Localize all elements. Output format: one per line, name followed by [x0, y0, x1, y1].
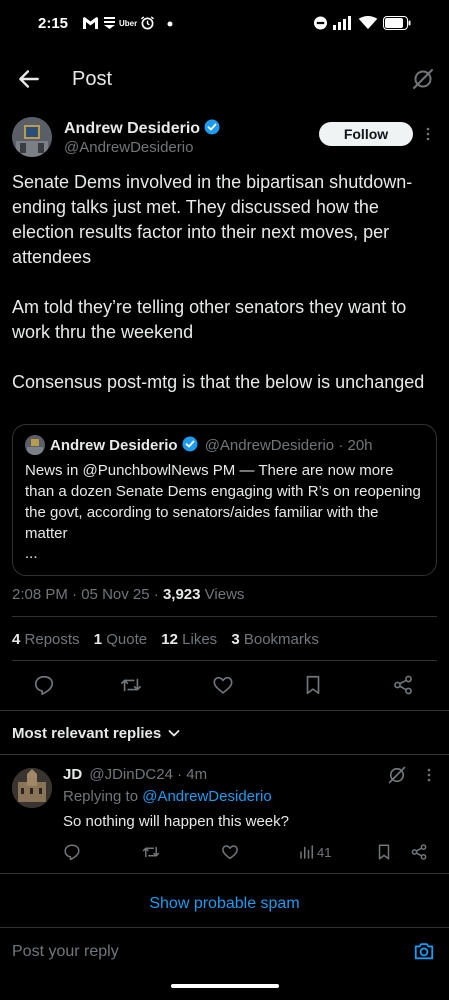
dnd-icon	[313, 16, 328, 30]
views-label: Views	[204, 586, 245, 603]
likes-count: 12	[161, 631, 178, 648]
post-body: Senate Dems involved in the bipartisan s…	[12, 170, 437, 420]
quoted-author-name: Andrew Desiderio	[50, 437, 178, 454]
post-date: 05 Nov 25	[81, 586, 150, 603]
post-time: 2:08 PM	[12, 586, 68, 603]
more-options-icon[interactable]	[420, 126, 436, 142]
reply-input[interactable]: Post your reply	[12, 943, 119, 961]
like-heart-icon[interactable]	[221, 843, 239, 861]
reply-author-name[interactable]: JD	[63, 766, 82, 783]
reply-text: So nothing will happen this week?	[63, 813, 289, 830]
reposts-count: 4	[12, 631, 21, 648]
quoted-author-handle: @AndrewDesiderio	[204, 437, 335, 454]
camera-icon[interactable]	[413, 940, 435, 962]
post-paragraph: Consensus post-mtg is that the below is …	[12, 372, 425, 392]
quoted-post[interactable]: Andrew Desiderio @AndrewDesiderio · 20h …	[12, 424, 437, 576]
divider	[0, 927, 449, 928]
reply-icon[interactable]	[63, 843, 81, 861]
quotes-count: 1	[93, 631, 103, 648]
quoted-age: 20h	[347, 437, 373, 454]
verified-badge-icon	[204, 119, 220, 135]
repost-icon[interactable]	[142, 843, 160, 861]
gmail-icon	[83, 17, 98, 29]
grok-icon[interactable]	[387, 765, 407, 785]
status-time: 2:15	[38, 15, 69, 32]
grok-icon[interactable]	[411, 67, 435, 91]
replying-to: Replying to @AndrewDesiderio	[63, 788, 272, 805]
quoted-text: News in @PunchbowlNews PM — There are no…	[25, 462, 421, 542]
separator-dot: ·	[72, 586, 78, 603]
page-title: Post	[72, 68, 113, 90]
bookmark-icon[interactable]	[302, 674, 324, 696]
news-icon	[104, 17, 115, 29]
divider	[0, 754, 449, 755]
quoted-header: Andrew Desiderio @AndrewDesiderio · 20h	[50, 436, 373, 454]
back-arrow-icon[interactable]	[16, 66, 42, 92]
reply-age: 4m	[186, 766, 208, 783]
avatar-image	[25, 435, 45, 455]
views-chart-icon[interactable]	[298, 843, 316, 861]
follow-button[interactable]: Follow	[319, 122, 413, 146]
more-options-icon[interactable]	[421, 767, 437, 783]
uber-icon: Uber	[119, 19, 138, 28]
avatar-image	[12, 768, 52, 808]
reply-author-avatar[interactable]	[12, 768, 52, 808]
bookmark-icon[interactable]	[375, 843, 393, 861]
quoted-author-avatar	[25, 435, 45, 455]
views-count: 3,923	[162, 586, 201, 603]
replying-prefix: Replying to	[63, 788, 139, 805]
post-stats: 4 Reposts 1 Quote 12 Likes 3 Bookmarks	[12, 631, 329, 648]
reply-icon[interactable]	[33, 674, 55, 696]
quotes-label: Quote	[106, 631, 148, 648]
show-probable-spam-link[interactable]: Show probable spam	[0, 895, 449, 913]
post-actions	[0, 672, 449, 700]
post-paragraph: Senate Dems involved in the bipartisan s…	[12, 172, 413, 267]
signal-icon	[333, 16, 351, 30]
post-timestamp-views: 2:08 PM · 05 Nov 25 · 3,923 Views	[12, 586, 244, 603]
divider	[0, 873, 449, 874]
divider	[0, 710, 449, 711]
separator-dot: ·	[153, 586, 159, 603]
avatar-image	[12, 117, 52, 157]
reposts-label: Reposts	[24, 631, 80, 648]
replies-sort-label: Most relevant replies	[12, 725, 162, 742]
reposts-stat[interactable]: 4 Reposts	[12, 631, 80, 648]
wifi-icon	[358, 16, 378, 30]
likes-stat[interactable]: 12 Likes	[161, 631, 217, 648]
bookmarks-count: 3	[231, 631, 240, 648]
reply-header: JD @JDinDC24 · 4m	[63, 766, 207, 783]
bookmarks-label: Bookmarks	[243, 631, 319, 648]
reply-actions: 41	[0, 841, 449, 863]
reply-author-handle[interactable]: @JDinDC24	[89, 766, 173, 783]
quoted-ellipsis: ...	[25, 545, 38, 562]
like-heart-icon[interactable]	[212, 674, 234, 696]
divider	[12, 616, 437, 617]
chevron-down-icon	[168, 730, 180, 737]
replies-sort-dropdown[interactable]: Most relevant replies	[12, 725, 181, 742]
alarm-icon	[140, 16, 155, 30]
reply-views-count: 41	[317, 845, 332, 860]
bookmarks-stat[interactable]: 3 Bookmarks	[231, 631, 319, 648]
author-name-text: Andrew Desiderio	[64, 120, 201, 137]
verified-badge-icon	[182, 436, 198, 452]
author-avatar[interactable]	[12, 117, 52, 157]
quotes-stat[interactable]: 1 Quote	[94, 631, 147, 648]
home-indicator[interactable]	[171, 984, 279, 988]
share-icon[interactable]	[410, 843, 428, 861]
author-handle[interactable]: @AndrewDesiderio	[64, 139, 193, 156]
repost-icon[interactable]	[120, 674, 142, 696]
dot-icon	[167, 21, 173, 27]
top-bar: Post	[0, 58, 449, 102]
share-icon[interactable]	[392, 674, 414, 696]
status-bar: 2:15 Uber	[0, 0, 449, 48]
separator-dot: ·	[177, 766, 183, 783]
author-name[interactable]: Andrew Desiderio	[64, 119, 220, 138]
separator-dot: ·	[338, 437, 344, 454]
post-paragraph: Am told they’re telling other senators t…	[12, 297, 407, 342]
likes-label: Likes	[182, 631, 218, 648]
battery-icon	[383, 16, 411, 30]
divider	[12, 660, 437, 661]
replying-to-link[interactable]: @AndrewDesiderio	[142, 788, 271, 805]
